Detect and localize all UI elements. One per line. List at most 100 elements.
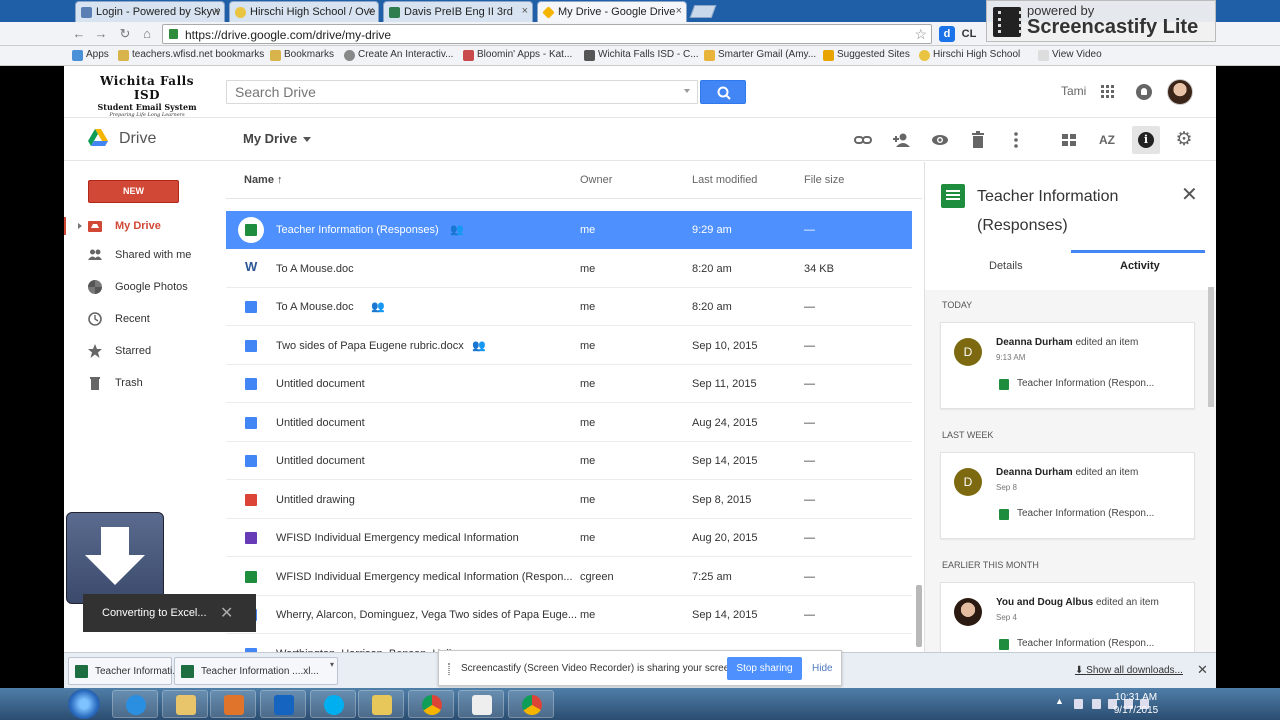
column-header-name[interactable]: Name ↑: [244, 174, 283, 186]
user-name[interactable]: Tami: [1061, 84, 1086, 98]
close-icon[interactable]: ×: [522, 5, 528, 17]
stop-sharing-button[interactable]: Stop sharing: [727, 657, 802, 680]
search-options-caret-icon[interactable]: [684, 89, 690, 93]
browser-tab-hirschi[interactable]: Hirschi High School / Ove ×: [229, 1, 379, 22]
sidebar-item-trash[interactable]: Trash: [64, 370, 226, 398]
back-arrow-icon[interactable]: ←: [72, 27, 86, 41]
tab-details[interactable]: Details: [989, 260, 1023, 272]
search-button[interactable]: [700, 80, 746, 104]
bookmark-item[interactable]: teachers.wfisd.net bookmarks: [118, 49, 264, 61]
apps-grid-icon[interactable]: [1101, 85, 1115, 99]
activity-file-link[interactable]: Teacher Information (Respon...: [1017, 378, 1154, 389]
column-header-file-size[interactable]: File size: [804, 174, 844, 186]
bookmark-star-icon[interactable]: ☆: [914, 26, 927, 43]
app-title[interactable]: Drive: [119, 130, 156, 148]
close-icon[interactable]: ✕: [1181, 182, 1198, 207]
close-icon[interactable]: ✕: [220, 603, 233, 623]
link-icon[interactable]: [853, 130, 873, 150]
bookmark-item[interactable]: Wichita Falls ISD - C...: [584, 49, 699, 61]
table-row[interactable]: WFISD Individual Emergency medical Infor…: [226, 558, 912, 596]
drag-handle-icon[interactable]: [448, 663, 450, 675]
table-row[interactable]: Untitled document me Sep 11, 2015 —: [226, 365, 912, 403]
extension-d-icon[interactable]: d: [939, 26, 955, 42]
extension-cl-icon[interactable]: CL: [961, 26, 977, 42]
sidebar-item-my-drive[interactable]: My Drive: [64, 213, 226, 241]
file-list-scrollbar[interactable]: [916, 585, 922, 647]
table-row[interactable]: Wherry, Alarcon, Dominguez, Vega Two sid…: [226, 596, 912, 634]
location-dropdown[interactable]: My Drive: [243, 131, 312, 146]
reload-icon[interactable]: ↻: [118, 27, 132, 41]
forward-arrow-icon[interactable]: →: [94, 27, 108, 41]
taskbar-media-player[interactable]: [210, 690, 256, 718]
activity-file-link[interactable]: Teacher Information (Respon...: [1017, 508, 1154, 519]
taskbar-outlook[interactable]: [260, 690, 306, 718]
info-icon[interactable]: i: [1132, 126, 1160, 154]
table-row[interactable]: Untitled drawing me Sep 8, 2015 —: [226, 481, 912, 519]
details-scrollbar[interactable]: [1208, 287, 1214, 407]
flag-icon[interactable]: [1074, 699, 1083, 709]
avatar[interactable]: [1167, 79, 1193, 105]
grid-view-icon[interactable]: [1059, 130, 1079, 150]
table-row[interactable]: To A Mouse.doc 👥 me 8:20 am —: [226, 288, 912, 326]
clock[interactable]: 10:31 AM 9/17/2015: [1106, 691, 1166, 717]
start-button[interactable]: [68, 689, 100, 719]
search-input[interactable]: [226, 80, 698, 104]
sort-az-icon[interactable]: AZ: [1097, 130, 1117, 150]
hide-button[interactable]: Hide: [812, 663, 833, 674]
browser-tab-davis[interactable]: Davis PreIB Eng II 3rd ×: [383, 1, 533, 22]
taskbar-chrome-active[interactable]: [508, 690, 554, 718]
sidebar-item-google-photos[interactable]: Google Photos: [64, 274, 226, 302]
close-icon[interactable]: ×: [214, 5, 220, 17]
sidebar-item-recent[interactable]: Recent: [64, 306, 226, 334]
sidebar-item-shared-with-me[interactable]: Shared with me: [64, 242, 226, 270]
taskbar-internet-explorer[interactable]: [112, 690, 158, 718]
more-vert-icon[interactable]: [1006, 130, 1026, 150]
close-icon[interactable]: ×: [676, 5, 682, 17]
bookmark-item[interactable]: Bookmarks: [270, 49, 334, 61]
taskbar-file-explorer[interactable]: [162, 690, 208, 718]
bookmark-item[interactable]: Bloomin' Apps - Kat...: [463, 49, 572, 61]
taskbar-calculator[interactable]: [458, 690, 504, 718]
bookmark-item[interactable]: Smarter Gmail (Amy...: [704, 49, 816, 61]
school-logo[interactable]: Wichita Falls ISD Student Email System P…: [90, 74, 204, 118]
bookmark-item[interactable]: View Video: [1038, 49, 1102, 61]
table-row[interactable]: WFISD Individual Emergency medical Infor…: [226, 519, 912, 557]
close-icon[interactable]: ×: [368, 5, 374, 17]
close-icon[interactable]: ✕: [1197, 662, 1208, 678]
bookmark-item[interactable]: Apps: [72, 49, 109, 61]
download-item[interactable]: Teacher Information ....xl... ▾: [174, 657, 338, 685]
taskbar-files[interactable]: [358, 690, 404, 718]
table-row[interactable]: Untitled document me Aug 24, 2015 —: [226, 404, 912, 442]
network-icon[interactable]: [1092, 699, 1101, 709]
new-tab-button[interactable]: [689, 5, 717, 18]
chevron-up-icon[interactable]: ▲: [1055, 696, 1064, 706]
expand-triangle-icon[interactable]: [78, 223, 82, 229]
show-all-downloads-link[interactable]: ⬇ Show all downloads...: [1075, 665, 1183, 676]
browser-tab-login[interactable]: Login - Powered by Skyw ×: [75, 1, 225, 22]
column-header-last-modified[interactable]: Last modified: [692, 174, 757, 186]
table-row[interactable]: Untitled document me Sep 14, 2015 —: [226, 442, 912, 480]
bookmark-item[interactable]: Create An Interactiv...: [344, 49, 453, 61]
chevron-down-icon[interactable]: ▾: [330, 660, 334, 669]
tab-activity[interactable]: Activity: [1120, 260, 1160, 272]
column-header-owner[interactable]: Owner: [580, 174, 612, 186]
taskbar-skype[interactable]: [310, 690, 356, 718]
table-row[interactable]: Teacher Information (Responses) 👥 me 9:2…: [226, 211, 912, 249]
add-person-icon[interactable]: [892, 130, 912, 150]
settings-gear-icon[interactable]: ⚙: [1174, 130, 1194, 150]
download-item[interactable]: Teacher Informati...: [68, 657, 181, 685]
home-icon[interactable]: ⌂: [140, 27, 154, 41]
activity-card[interactable]: D Deanna Durham edited an item Sep 8 Tea…: [940, 452, 1195, 539]
bookmark-item[interactable]: Suggested Sites: [823, 49, 910, 61]
browser-tab-my-drive[interactable]: My Drive - Google Drive ×: [537, 1, 687, 22]
preview-eye-icon[interactable]: [930, 130, 950, 150]
table-row[interactable]: Two sides of Papa Eugene rubric.docx 👥 m…: [226, 327, 912, 365]
sidebar-item-starred[interactable]: Starred: [64, 338, 226, 366]
address-bar[interactable]: https://drive.google.com/drive/my-drive …: [162, 24, 932, 44]
bookmark-item[interactable]: Hirschi High School: [919, 49, 1020, 61]
new-button[interactable]: NEW: [88, 180, 179, 203]
notifications-bell-icon[interactable]: [1136, 84, 1152, 100]
taskbar-chrome[interactable]: [408, 690, 454, 718]
activity-card[interactable]: D Deanna Durham edited an item 9:13 AM T…: [940, 322, 1195, 409]
activity-file-link[interactable]: Teacher Information (Respon...: [1017, 638, 1154, 649]
